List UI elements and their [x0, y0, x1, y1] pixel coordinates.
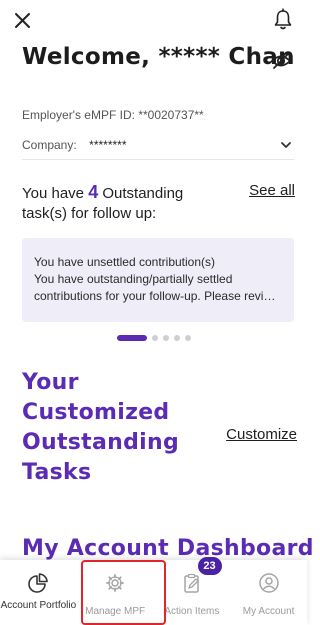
task-card-line: You have outstanding/partially settled — [34, 272, 233, 286]
nav-label: My Account — [242, 606, 295, 617]
outstanding-tasks-summary: You have 4 Outstanding task(s) for follo… — [22, 182, 297, 224]
top-bar — [0, 0, 307, 34]
nav-label: Account Portfolio — [0, 600, 77, 611]
company-value: ******** — [89, 138, 127, 152]
company-select[interactable]: Company: ******** — [22, 136, 294, 160]
task-card-line: contributions for your follow-up. Please… — [34, 289, 276, 303]
pager-dot[interactable] — [162, 335, 169, 341]
nav-manage-mpf[interactable]: Manage MPF — [77, 560, 154, 625]
nav-label: Action Items — [164, 606, 220, 617]
pager-dot-active[interactable] — [116, 335, 147, 341]
tasks-prefix: You have — [22, 185, 89, 202]
welcome-title: Welcome, ***** Chan — [22, 44, 295, 70]
task-card-line: You have unsettled contribution(s) — [34, 255, 216, 269]
pager-dot[interactable] — [151, 335, 158, 341]
eye-slash-icon[interactable] — [270, 51, 292, 71]
outstanding-task-count: 4 — [88, 182, 99, 202]
pager-dot[interactable] — [173, 335, 180, 341]
customized-tasks-section: Your Customized Outstanding Tasks Custom… — [22, 368, 297, 493]
bell-icon[interactable] — [273, 8, 293, 32]
company-label: Company: — [22, 138, 77, 152]
customized-tasks-title: Your Customized Outstanding Tasks — [22, 370, 179, 485]
carousel-pager — [0, 333, 307, 343]
pager-dot[interactable] — [184, 335, 191, 341]
gear-icon — [106, 574, 125, 592]
user-circle-icon — [258, 573, 279, 593]
see-all-link[interactable]: See all — [249, 182, 295, 199]
chevron-down-icon — [281, 142, 291, 148]
bottom-nav: Account Portfolio Manage MPF 23 Action I… — [0, 557, 307, 625]
pie-chart-icon — [28, 573, 49, 593]
nav-label: Manage MPF — [85, 606, 146, 617]
welcome-header: Welcome, ***** Chan — [22, 44, 295, 80]
employer-id-text: Employer's eMPF ID: **0020737** — [22, 108, 204, 122]
nav-account-portfolio[interactable]: Account Portfolio — [0, 560, 77, 625]
task-card[interactable]: You have unsettled contribution(s) You h… — [22, 238, 294, 322]
clipboard-edit-icon — [184, 573, 199, 593]
nav-my-account[interactable]: My Account — [230, 560, 307, 625]
close-icon[interactable] — [12, 10, 34, 32]
customize-link[interactable]: Customize — [226, 426, 297, 443]
dashboard-title: My Account Dashboard — [22, 536, 314, 561]
nav-action-items[interactable]: 23 Action Items — [154, 557, 231, 625]
outstanding-tasks-text: You have 4 Outstanding task(s) for follo… — [22, 182, 227, 224]
